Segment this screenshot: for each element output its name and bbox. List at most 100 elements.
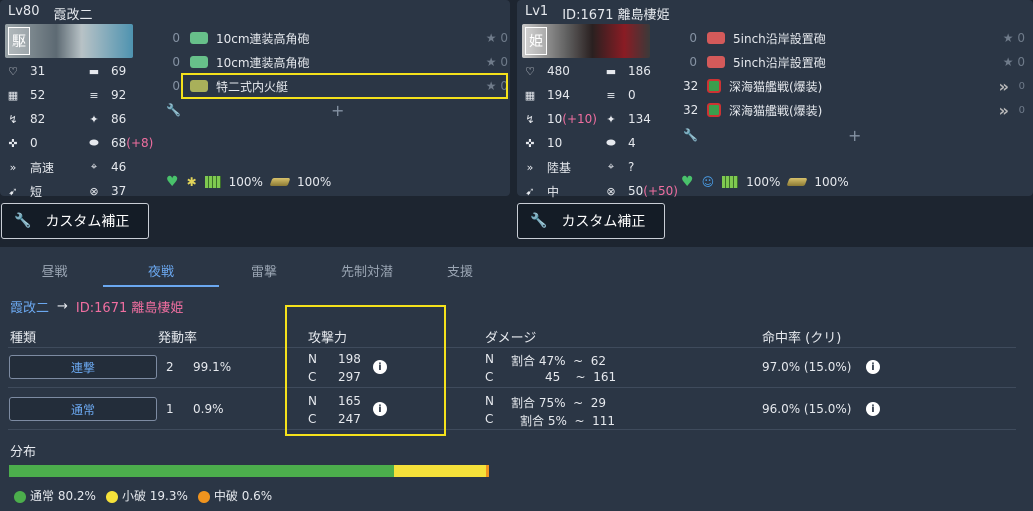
header-type: 種類: [10, 331, 37, 346]
ammo-value: 100%: [296, 175, 332, 189]
slot-count: 0: [689, 55, 697, 69]
stat-value: 82: [30, 112, 46, 126]
star-level[interactable]: ★ 0: [991, 31, 1025, 45]
proficiency-icon: »: [998, 100, 1009, 120]
add-equipment-icon[interactable]: +: [848, 126, 861, 145]
ship-name[interactable]: 霞改二: [53, 4, 92, 23]
divider: [8, 387, 1016, 388]
ship-banner[interactable]: 駆: [5, 24, 133, 58]
ship-name[interactable]: ID:1671 離島棲姫: [562, 4, 669, 23]
stat-value: 0: [30, 136, 38, 150]
fuel-value: 100%: [746, 175, 781, 189]
stat-speed: » 高速: [6, 159, 54, 175]
stat-value: 10: [547, 112, 563, 126]
ship-level: Lv80: [8, 4, 40, 19]
equipment-slot[interactable]: 0 10cm連装高角砲 ★ 0: [166, 52, 508, 72]
stat-range: ➹ 短: [6, 183, 42, 199]
critical-damage: 45 ~ 161: [545, 370, 617, 384]
range-icon: ➹: [525, 184, 535, 198]
tab-0[interactable]: 昼戦: [6, 261, 103, 287]
evasion-icon: ↯: [525, 112, 535, 126]
distribution-legend: 通常 80.2% 小破 19.3% 中破 0.6%: [14, 487, 272, 504]
custom-correction-button-right[interactable]: 🔧 カスタム補正: [517, 203, 665, 239]
star-level[interactable]: ★ 0: [474, 55, 508, 69]
equipment-name: 5inch沿岸設置砲: [733, 31, 826, 46]
firepower-icon: ▬: [88, 64, 100, 78]
custom-correction-button-left[interactable]: 🔧 カスタム補正: [1, 203, 149, 239]
asw-icon: ⬬: [89, 136, 99, 149]
highlight-box: [285, 305, 446, 436]
stat-bonus: (+10): [562, 112, 597, 126]
star-level[interactable]: 0: [1013, 81, 1025, 92]
stat-luck: ⊗ 50 (+50): [604, 183, 678, 199]
hp-icon: ♡: [8, 64, 18, 78]
stat-speed: » 陸基: [523, 159, 571, 175]
bar-segment-小破: [393, 465, 487, 477]
star-level[interactable]: ★ 0: [474, 31, 508, 45]
stat-aircraft: ✜ 10: [523, 135, 562, 151]
los-icon: ⌖: [90, 160, 98, 173]
ftr-icon: [707, 79, 721, 93]
stat-value: 480: [547, 64, 570, 78]
stat-asw: ⬬ 68 (+8): [87, 135, 153, 151]
header-rate: 発動率: [158, 331, 198, 346]
stat-value: 短: [30, 184, 43, 199]
stat-luck: ⊗ 37: [87, 183, 126, 199]
ship-level: Lv1: [525, 4, 549, 19]
stat-aa: ✦ 134: [604, 111, 651, 127]
equipment-slot[interactable]: 32 深海猫艦戦(爆装) » 0: [683, 100, 1025, 120]
add-equipment-icon[interactable]: +: [331, 101, 344, 120]
stat-los: ⌖?: [604, 159, 634, 175]
equipment-slot[interactable]: 0 5inch沿岸設置砲 ★ 0: [683, 28, 1025, 48]
fuel-value: 100%: [228, 175, 263, 189]
equipment-slot[interactable]: 32 深海猫艦戦(爆装) » 0: [683, 76, 1025, 96]
info-icon[interactable]: i: [866, 402, 880, 416]
tab-3[interactable]: 先制対潜: [309, 261, 425, 287]
header-hit: 命中率 (クリ): [762, 331, 842, 346]
ship-banner[interactable]: 姫: [522, 24, 650, 58]
tab-2[interactable]: 雷撃: [219, 261, 309, 287]
c-label: C: [485, 370, 494, 384]
smile-icon: ☺: [701, 175, 715, 189]
legend-text: 中破 0.6%: [213, 489, 273, 503]
info-icon[interactable]: i: [866, 360, 880, 374]
morale-icon: ♥: [166, 174, 179, 190]
distribution-label: 分布: [10, 445, 37, 460]
stat-evasion: ↯ 10 (+10): [523, 111, 597, 127]
stat-value: 0: [628, 88, 636, 102]
equipment-name: 深海猫艦戦(爆装): [729, 103, 823, 118]
star-level[interactable]: 0: [1013, 105, 1025, 116]
tab-1[interactable]: 夜戦: [103, 261, 219, 287]
stat-value: 37: [111, 184, 127, 198]
torpedo-icon: ≡: [606, 88, 616, 102]
star-level[interactable]: ★ 0: [991, 55, 1025, 69]
c-label: C: [485, 412, 494, 426]
green-gun-icon: [190, 32, 208, 44]
red-gun-icon: [707, 56, 725, 68]
torpedo-icon: ≡: [89, 88, 99, 102]
attack-type-button[interactable]: 通常: [9, 397, 157, 421]
tab-4[interactable]: 支援: [425, 261, 495, 287]
arrow-icon: →: [57, 299, 68, 314]
equipment-slot[interactable]: 0 10cm連装高角砲 ★ 0: [166, 28, 508, 48]
stat-value: 陸基: [547, 160, 572, 175]
green-gun-icon: [190, 56, 208, 68]
stat-firepower: ▬ 186: [604, 63, 651, 79]
legend-item: 中破 0.6%: [197, 487, 273, 504]
empty-slot-row[interactable]: 🔧 +: [683, 125, 1025, 145]
stat-value: 186: [628, 64, 651, 78]
highlight-box: [181, 73, 508, 99]
attack-type-button[interactable]: 連撃: [9, 355, 157, 379]
stat-armor: ▦ 194: [523, 87, 570, 103]
equipment-slot[interactable]: 0 5inch沿岸設置砲 ★ 0: [683, 52, 1025, 72]
morale-icon: ♥: [681, 174, 694, 190]
n-label: N: [485, 394, 494, 408]
breadcrumb: 霞改二 → ID:1671 離島棲姫: [10, 297, 183, 316]
empty-slot-row[interactable]: 🔧 +: [166, 100, 508, 120]
divider: [8, 347, 1016, 348]
n-label: N: [485, 352, 494, 366]
speed-icon: »: [526, 160, 534, 174]
luck-icon: ⊗: [89, 184, 99, 198]
ammo-icon: [269, 178, 291, 186]
equipment-name: 5inch沿岸設置砲: [733, 55, 826, 70]
